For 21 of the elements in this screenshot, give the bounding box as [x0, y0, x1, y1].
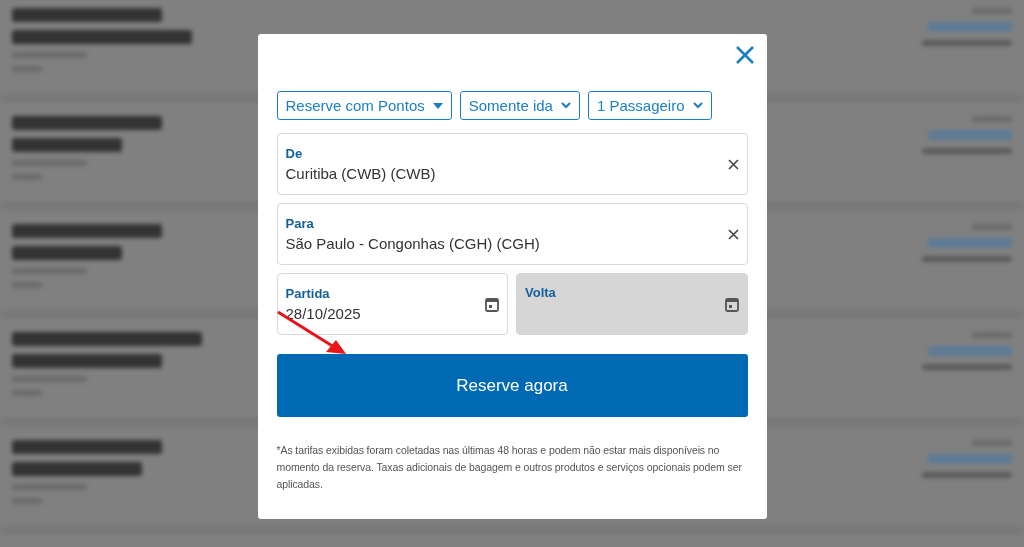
chevron-icon: [560, 102, 571, 109]
clear-icon[interactable]: [727, 228, 739, 240]
field-label: Partida: [285, 286, 331, 301]
chevron-icon: [692, 102, 703, 109]
caret-icon: [432, 102, 443, 109]
field-value: Curitiba (CWB) (CWB): [285, 165, 436, 182]
date-field[interactable]: Partida 28/10/2025: [276, 273, 508, 335]
location-field[interactable]: Para São Paulo - Congonhas (CGH) (CGH): [276, 203, 748, 265]
field-value: São Paulo - Congonhas (CGH) (CGH): [285, 235, 540, 252]
disclaimer-text: *As tarifas exibidas foram coletadas nas últimas 48 horas e podem não estar mais disponíveis no momento da reserva. Taxas adicionais de bagagem e outros produtos e serviços opcionais podem ser aplicadas.: [276, 443, 743, 492]
field-label: De: [285, 146, 304, 161]
filter-dropdown[interactable]: 1 Passageiro: [587, 91, 712, 120]
filter-dropdown[interactable]: Somente ida: [459, 91, 580, 120]
calendar-icon[interactable]: [485, 296, 499, 312]
clear-icon[interactable]: [727, 158, 739, 170]
location-field[interactable]: De Curitiba (CWB) (CWB): [276, 133, 748, 195]
field-label: Para: [285, 216, 315, 231]
submit-button[interactable]: Reserve agora: [276, 354, 748, 417]
filter-dropdown[interactable]: Reserve com Pontos: [276, 91, 452, 120]
field-value: 28/10/2025: [285, 305, 361, 322]
field-label: Volta: [525, 285, 556, 300]
